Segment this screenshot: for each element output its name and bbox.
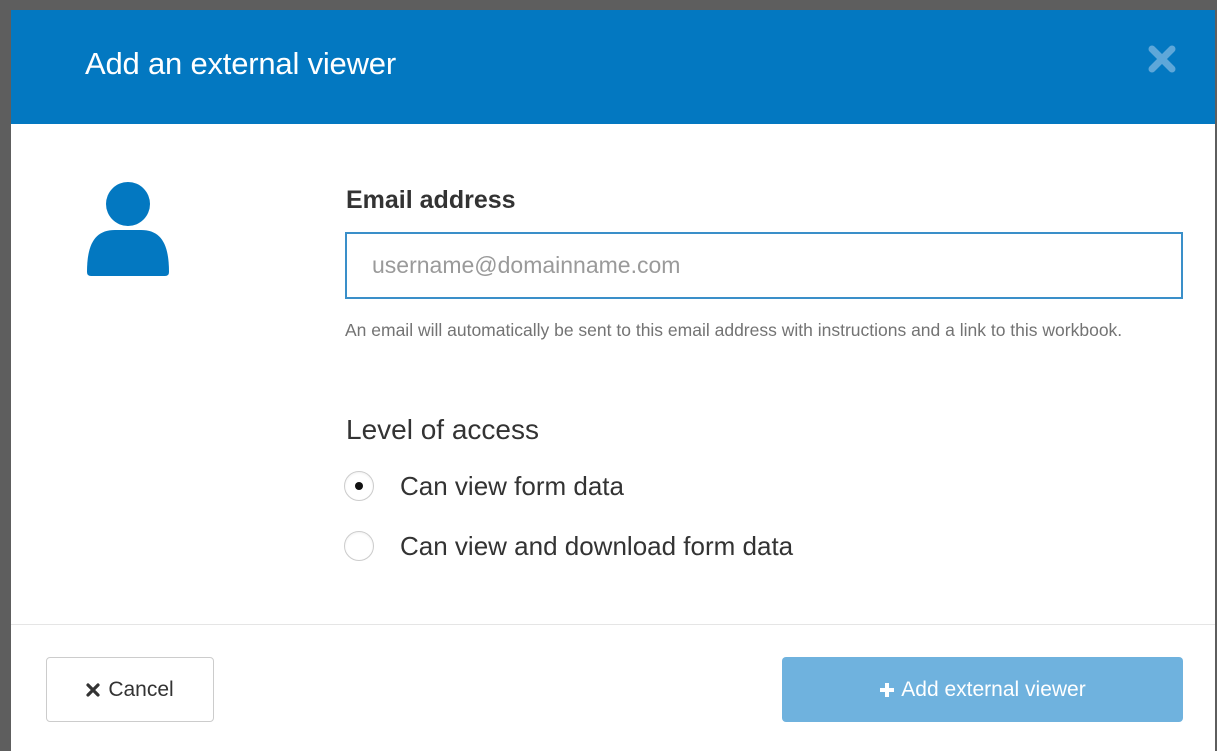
- email-help-text: An email will automatically be sent to t…: [345, 320, 1123, 340]
- radio-option-view[interactable]: Can view form data: [344, 466, 624, 506]
- close-icon: [1148, 45, 1176, 73]
- radio-button-selected[interactable]: [344, 471, 374, 501]
- email-address-input[interactable]: [345, 232, 1183, 299]
- radio-dot: [355, 482, 363, 490]
- close-button[interactable]: [1145, 42, 1179, 76]
- add-external-viewer-label: Add external viewer: [901, 677, 1086, 701]
- radio-label-view: Can view form data: [400, 470, 624, 501]
- footer-divider: [11, 624, 1215, 625]
- add-external-viewer-button[interactable]: Add external viewer: [782, 657, 1183, 722]
- dialog-header: Add an external viewer: [11, 10, 1215, 124]
- radio-label-view-download: Can view and download form data: [400, 530, 794, 561]
- times-icon: [86, 682, 100, 697]
- email-address-label: Email address: [346, 186, 516, 214]
- radio-option-view-download[interactable]: Can view and download form data: [344, 526, 793, 566]
- level-of-access-label: Level of access: [346, 414, 539, 445]
- dialog-title: Add an external viewer: [85, 46, 396, 81]
- cancel-button[interactable]: Cancel: [46, 657, 214, 722]
- radio-button-unselected[interactable]: [344, 531, 374, 561]
- cancel-button-label: Cancel: [108, 677, 174, 701]
- plus-icon: [879, 682, 895, 698]
- user-icon: [83, 180, 173, 276]
- add-external-viewer-dialog: Add an external viewer Email address An …: [11, 10, 1215, 751]
